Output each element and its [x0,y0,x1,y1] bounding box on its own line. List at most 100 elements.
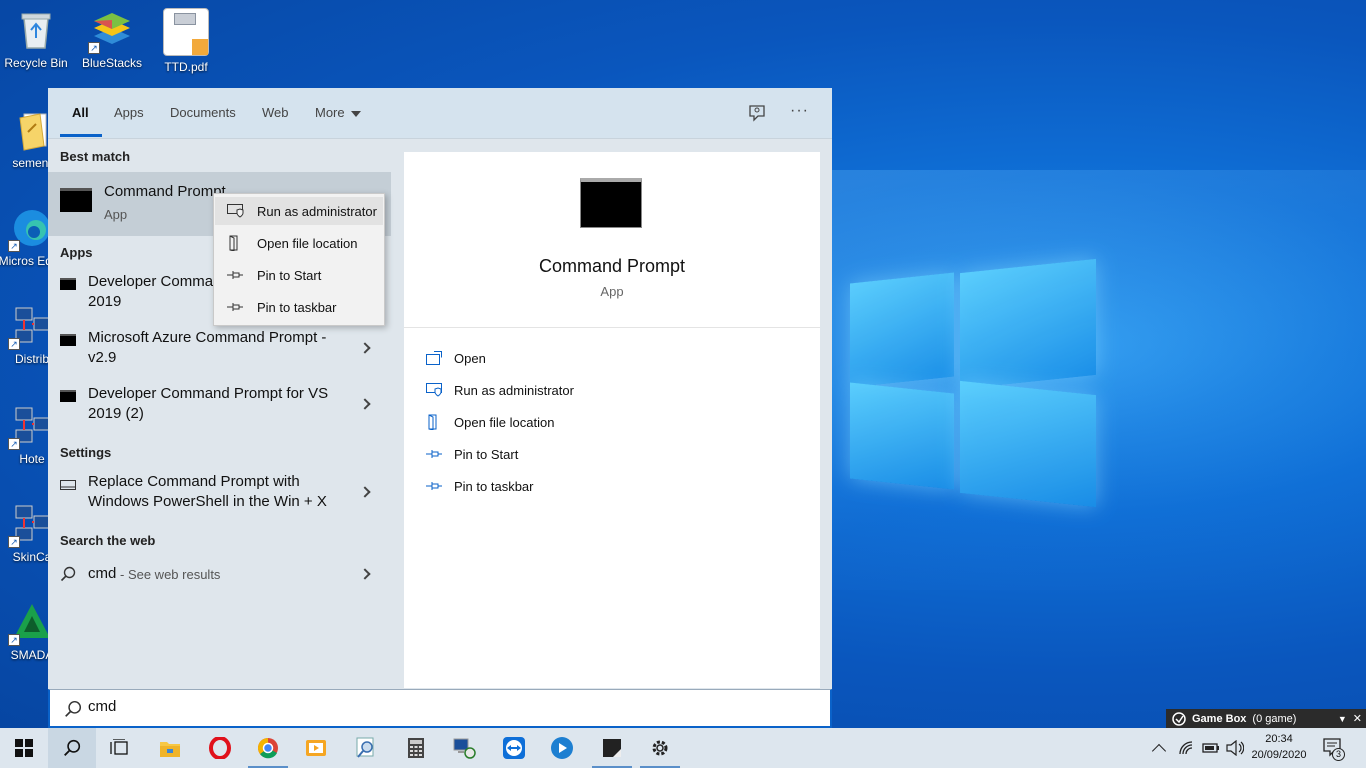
magnifier-icon [356,737,374,758]
search-input[interactable] [88,698,788,715]
pin-icon [227,303,243,311]
taskbar-clock[interactable]: 20:34 20/09/2020 [1240,731,1318,763]
gamebox-widget[interactable]: Game Box (0 game) ▼ ✕ [1166,709,1366,728]
tab-web[interactable]: Web [262,105,289,120]
open-icon [426,351,442,365]
wifi-icon[interactable] [1178,740,1194,756]
file-location-icon [428,414,437,430]
chevron-down-icon[interactable]: ▼ [1338,714,1347,724]
web-search-item[interactable]: cmd - See web results [48,556,391,592]
desktop-icon-recycle-bin[interactable]: Recycle Bin [0,8,72,70]
teamviewer-icon [503,737,525,759]
sticky-app-icon [603,739,621,757]
tab-apps[interactable]: Apps [114,105,144,120]
taskbar-file-explorer[interactable] [146,728,194,768]
media-player-icon [551,737,573,759]
search-box[interactable] [48,689,832,728]
active-tab-indicator [60,134,102,137]
taskbar-setting-icon [60,480,76,490]
video-player-icon [306,740,326,756]
web-search-suffix: - See web results [120,567,221,582]
more-options-icon[interactable]: ··· [790,102,809,120]
preview-action-label: Run as administrator [454,382,574,398]
windows-logo-icon [15,739,33,757]
chevron-up-icon[interactable] [1151,743,1167,759]
gamebox-count: (0 game) [1252,712,1297,725]
start-button[interactable] [0,728,48,768]
list-item[interactable]: Microsoft Azure Command Prompt - v2.9 [48,324,391,376]
context-pin-to-taskbar[interactable]: Pin to taskbar [215,293,383,321]
battery-icon[interactable] [1202,741,1220,755]
app-result-line2: 2019 (2) [88,405,144,422]
task-view-button[interactable] [96,728,144,768]
taskbar-media-player[interactable] [538,728,586,768]
taskbar: 20:34 20/09/2020 3 [0,728,1366,768]
desktop-icon-ttd-pdf[interactable]: TTD.pdf [150,8,222,74]
best-match-subtitle: App [104,207,128,222]
context-pin-to-start[interactable]: Pin to Start [215,261,383,289]
preview-title: Command Prompt [538,256,686,276]
preview-subtitle: App [600,284,624,299]
chevron-right-icon[interactable] [359,398,371,410]
taskbar-settings[interactable] [636,728,684,768]
preview-action-pin-to-taskbar[interactable]: Pin to taskbar [426,476,534,496]
preview-pane: Command Prompt App Open Run as administr… [404,152,820,688]
taskbar-video-player[interactable] [292,728,340,768]
preview-action-label: Open [454,350,486,366]
taskbar-calculator[interactable] [392,728,440,768]
taskbar-sticky-app[interactable] [588,728,636,768]
shield-icon [426,383,442,397]
app-result-line1: Developer Command Prompt for VS [88,385,329,402]
preview-action-label: Open file location [454,414,555,430]
taskbar-search-button[interactable] [48,728,96,768]
tab-more[interactable]: More [315,105,361,120]
context-run-as-admin[interactable]: Run as administrator [215,197,383,225]
context-item-label: Run as administrator [257,203,377,219]
preview-action-open[interactable]: Open [426,348,486,368]
opera-icon [209,737,231,759]
tab-documents[interactable]: Documents [170,105,236,120]
taskbar-opera[interactable] [196,728,244,768]
setting-result-line2: Windows PowerShell in the Win + X [88,493,327,510]
chevron-right-icon[interactable] [359,568,371,580]
context-open-file-location[interactable]: Open file location [215,229,383,257]
list-item[interactable]: Replace Command Prompt with Windows Powe… [48,468,391,520]
command-prompt-icon [60,278,76,290]
action-center-button[interactable]: 3 [1322,736,1346,761]
task-view-icon [110,739,128,755]
best-match-title: Command Prompt [104,183,226,200]
settings-heading: Settings [60,445,112,460]
taskbar-chrome[interactable] [244,728,292,768]
clock-time: 20:34 [1265,733,1293,745]
notification-count-badge: 3 [1332,748,1345,761]
search-icon [65,700,82,717]
chevron-right-icon[interactable] [359,342,371,354]
preview-action-run-as-admin[interactable]: Run as administrator [426,380,574,400]
bluestacks-icon: ↗ [88,8,134,54]
list-item[interactable]: Developer Command Prompt for VS 2019 (2) [48,380,391,432]
gamebox-title: Game Box [1192,712,1247,725]
command-prompt-large-icon [580,178,642,228]
taskbar-teamviewer[interactable] [490,728,538,768]
setting-result-line1: Replace Command Prompt with [88,473,300,490]
taskbar-magnifier[interactable] [342,728,390,768]
recycle-bin-icon [14,8,58,52]
app-result-line1: Microsoft Azure Command Prompt - [88,329,327,346]
taskbar-network-app[interactable] [440,728,488,768]
context-item-label: Open file location [257,235,358,251]
command-prompt-icon [60,334,76,346]
search-icon [64,739,81,756]
search-icon [60,566,76,582]
network-computer-icon [453,738,476,759]
desktop-icon-bluestacks[interactable]: ↗ BlueStacks [76,8,148,70]
shield-icon [227,204,244,218]
chrome-icon [258,738,278,759]
preview-action-open-file-location[interactable]: Open file location [426,412,554,432]
close-icon[interactable]: ✕ [1353,712,1362,725]
chevron-right-icon[interactable] [359,486,371,498]
start-search-panel: All Apps Documents Web More ··· Best mat… [48,88,832,728]
tab-more-label: More [315,105,345,120]
preview-action-pin-to-start[interactable]: Pin to Start [426,444,518,464]
feedback-icon[interactable] [748,104,766,122]
tab-all[interactable]: All [72,105,89,120]
